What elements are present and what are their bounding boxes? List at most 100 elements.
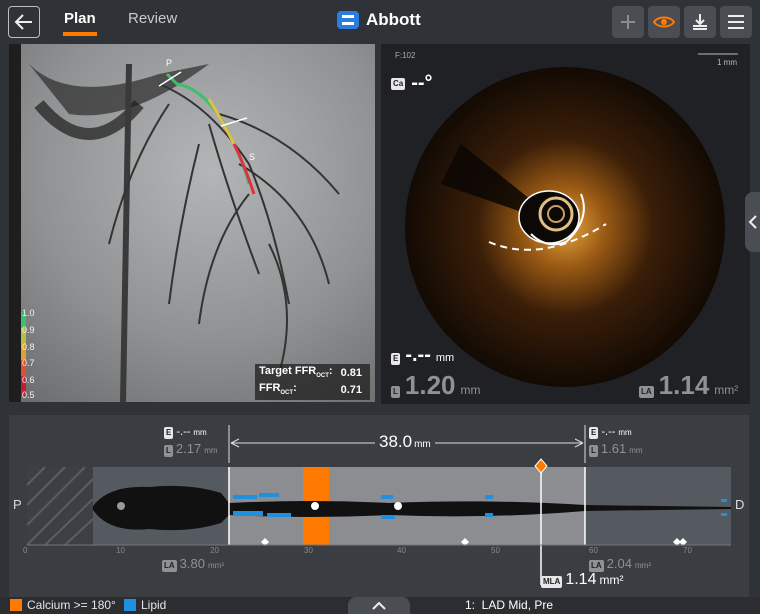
right-eccentricity: E -.-- mm: [589, 426, 632, 439]
distal-end-label: D: [735, 497, 745, 512]
left-eccentricity: E -.-- mm: [164, 426, 207, 439]
axis-tick: 40: [397, 546, 406, 555]
eccentricity-value: -.--: [405, 344, 431, 366]
add-button[interactable]: [612, 6, 644, 38]
segment-length-value: 38.0: [379, 432, 413, 451]
oct-subscript: OCT: [280, 390, 294, 397]
lumen-profile-panel[interactable]: E -.-- mm L 2.17 mm E -.-- mm L 1.61 mm …: [9, 415, 749, 597]
l-badge: L: [589, 445, 598, 457]
la-badge: LA: [162, 560, 177, 572]
calcium-legend-label: Calcium >= 180°: [27, 598, 116, 612]
right-e-value: -.--: [601, 426, 616, 438]
e-badge: E: [391, 353, 401, 365]
ffr-value: 0.71: [340, 383, 362, 396]
left-e-unit: mm: [193, 428, 207, 437]
calcium-swatch: [10, 599, 22, 611]
ffr-scale-label: 0.9: [22, 325, 35, 335]
mla-value: 1.14: [565, 571, 597, 588]
calcium-angle-badge: Ca: [391, 77, 406, 90]
l-badge: L: [164, 445, 173, 457]
lumen-diameter-value: 1.20: [404, 370, 456, 400]
e-badge: E: [589, 427, 599, 439]
distal-marker: S: [249, 152, 256, 162]
oct-subscript: OCT: [316, 373, 329, 380]
left-l-value: 2.17: [175, 441, 202, 456]
lumen-diameter-unit: mm: [460, 383, 481, 397]
axis-tick: 30: [304, 546, 313, 555]
ffr-scale-label: 0.6: [22, 375, 35, 385]
left-e-value: -.--: [176, 426, 191, 438]
chevron-left-icon: [748, 215, 757, 229]
export-button[interactable]: [684, 6, 716, 38]
chevron-up-icon: [372, 601, 386, 610]
back-button[interactable]: [8, 6, 40, 38]
scale-bar-label: 1 mm: [717, 58, 737, 67]
lipid-swatch: [124, 599, 136, 611]
lumen-diameter-readout: L 1.20 mm: [391, 370, 481, 401]
l-badge: L: [391, 386, 400, 398]
eccentricity-unit: mm: [435, 352, 455, 364]
left-la-value: 3.80: [179, 556, 205, 571]
left-la-unit: mm²: [207, 561, 224, 570]
side-panel-toggle[interactable]: [745, 192, 760, 252]
proximal-end-label: P: [13, 497, 22, 512]
ffr-label: FFR: [259, 382, 281, 395]
axis-tick: 10: [116, 546, 125, 555]
axis-tick: 20: [210, 546, 219, 555]
download-icon: [693, 14, 707, 30]
right-lumen-area: LA 2.04 mm²: [589, 556, 651, 572]
right-l-value: 1.61: [600, 441, 627, 456]
frame-number: F:102: [395, 51, 416, 60]
lumen-area-value: 1.14: [658, 370, 710, 400]
expand-panel-button[interactable]: [348, 597, 410, 614]
axis-tick: 60: [589, 546, 598, 555]
calcium-angle-value: --°: [411, 72, 433, 94]
la-badge: LA: [639, 386, 654, 398]
tab-plan[interactable]: Plan: [64, 10, 96, 27]
axis-tick: 70: [683, 546, 692, 555]
target-ffr-label: Target FFR: [259, 365, 317, 378]
eccentricity-readout: E -.-- mm: [391, 344, 454, 367]
ffr-scale-label: 0.8: [22, 342, 35, 352]
top-bar: Plan Review Abbott: [0, 0, 760, 44]
right-la-unit: mm²: [634, 561, 651, 570]
lumen-area-unit: mm²: [714, 383, 739, 397]
lipid-legend-label: Lipid: [141, 598, 167, 612]
ffr-scale-label: 1.0: [22, 308, 35, 318]
ffr-readout: Target FFROCT: 0.81 FFROCT: 0.71: [255, 364, 370, 400]
left-diameter: L 2.17 mm: [164, 441, 218, 457]
right-diameter: L 1.61 mm: [589, 441, 643, 457]
angiogram-image: [9, 44, 375, 402]
abbott-logo-icon: [337, 11, 359, 29]
eye-icon: [652, 16, 676, 28]
arrow-left-icon: [14, 14, 32, 30]
view-button[interactable]: [648, 6, 680, 38]
target-ffr-value: 0.81: [340, 366, 362, 379]
right-la-value: 2.04: [606, 556, 632, 571]
mla-unit: mm²: [599, 573, 624, 587]
mla-badge: MLA: [541, 576, 563, 588]
axis-tick: 50: [491, 546, 500, 555]
ffr-scale-label: 0.5: [22, 390, 35, 400]
minimum-lumen-area: MLA 1.14 mm²: [541, 571, 623, 589]
segment-length: 38.0 mm: [375, 432, 435, 452]
right-l-unit: mm: [629, 446, 643, 455]
vessel-label: 1: LAD Mid, Pre: [465, 598, 554, 612]
segment-length-unit: mm: [414, 439, 431, 450]
plus-icon: [621, 15, 635, 29]
calcium-angle-readout: Ca --°: [391, 72, 433, 95]
lumen-area-readout: LA 1.14 mm²: [639, 370, 738, 401]
axis-tick: 0: [23, 546, 28, 555]
left-lumen-area: LA 3.80 mm²: [162, 556, 224, 572]
angiogram-view[interactable]: P S 1.0 0.9 0.8 0.7 0.6 0.5 Target FFROC…: [9, 44, 375, 402]
brand-name: Abbott: [366, 10, 421, 29]
menu-button[interactable]: [720, 6, 752, 38]
right-e-unit: mm: [618, 428, 632, 437]
proximal-marker: P: [166, 58, 173, 68]
brand-logo: Abbott: [336, 10, 421, 30]
active-tab-indicator: [63, 32, 97, 36]
oct-cross-section-view[interactable]: F:102 1 mm Ca --° E -.-- mm L 1.20 mm LA…: [381, 44, 750, 404]
e-badge: E: [164, 427, 174, 439]
status-bar: Calcium >= 180° Lipid 1: LAD Mid, Pre: [0, 597, 760, 614]
tab-review[interactable]: Review: [128, 10, 177, 27]
